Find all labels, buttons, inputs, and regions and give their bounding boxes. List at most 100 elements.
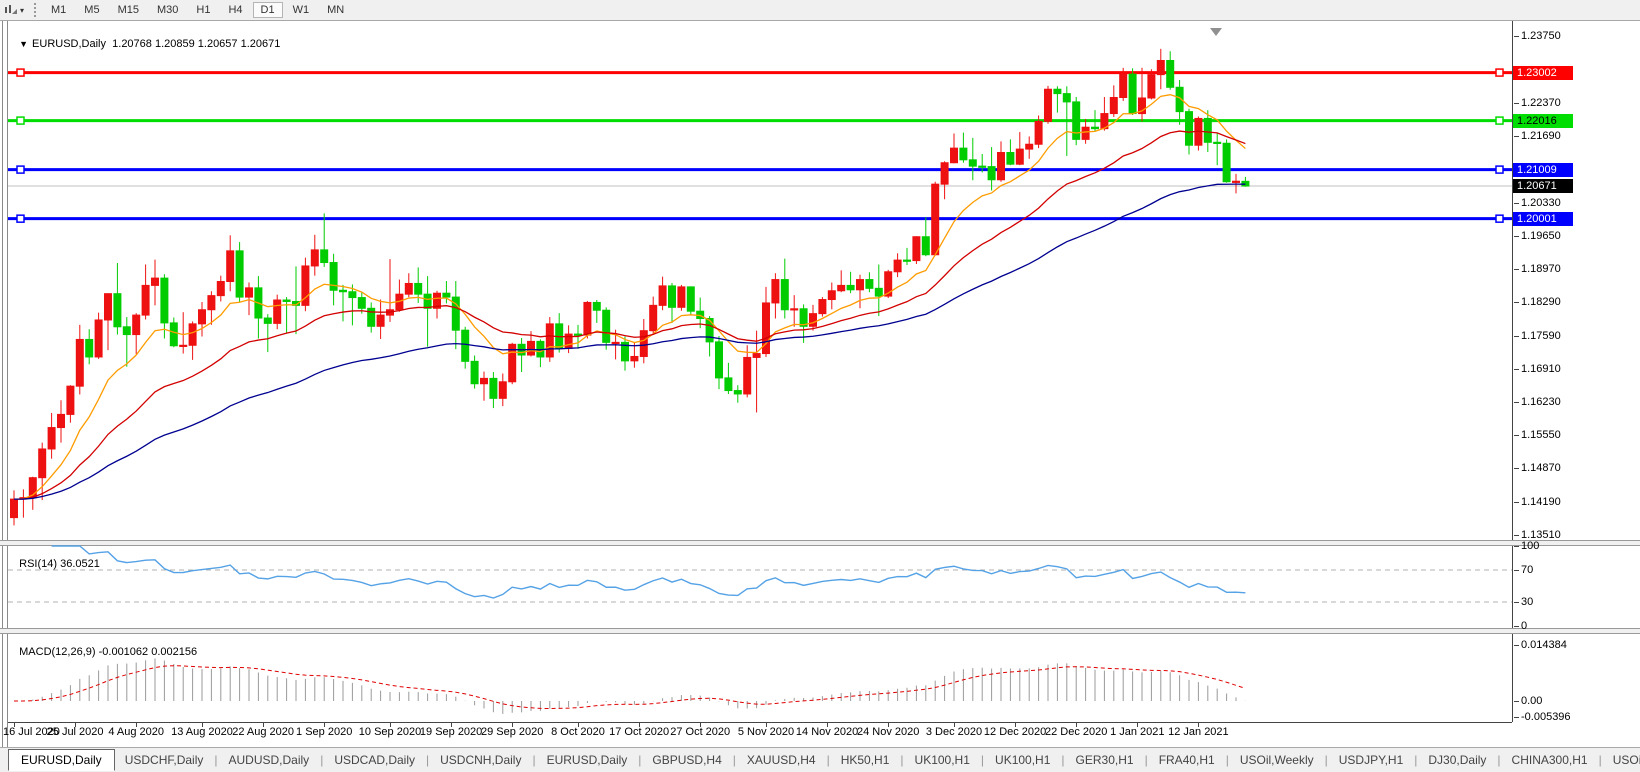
candle-body	[1082, 127, 1089, 139]
chart-tab-eurusd-daily[interactable]: EURUSD,Daily	[537, 750, 638, 770]
candle-body	[772, 280, 779, 303]
macd-label: MACD(12,26,9) -0.001062 0.002156	[13, 634, 197, 658]
candle-body	[58, 414, 65, 427]
hline-right-handle[interactable]	[1496, 215, 1503, 222]
candle-body	[340, 290, 347, 291]
candle-body	[208, 296, 215, 310]
candle-body	[988, 167, 995, 180]
hline-right-handle[interactable]	[1496, 69, 1503, 76]
chart-title: ▼EURUSD,Daily 1.20768 1.20859 1.20657 1.…	[13, 26, 280, 50]
candle-body	[1233, 181, 1240, 182]
candle-body	[603, 310, 610, 342]
chart-tool-caret-icon[interactable]: ▾	[20, 6, 24, 15]
price-axis-tick: 1.16230	[1521, 396, 1561, 408]
chart-tab-fra40-h1[interactable]: FRA40,H1	[1149, 750, 1225, 770]
timeframe-button-m15[interactable]: M15	[110, 2, 147, 18]
candle-body	[687, 287, 694, 311]
chart-collapse-icon[interactable]: ▼	[19, 39, 28, 49]
hline-left-handle[interactable]	[17, 166, 24, 173]
hline-right-handle[interactable]	[1496, 117, 1503, 124]
timeframe-button-mn[interactable]: MN	[319, 2, 352, 18]
price-axis-tick: 1.14870	[1521, 462, 1561, 474]
timeframe-button-w1[interactable]: W1	[285, 2, 318, 18]
chart-tab-eurusd-daily[interactable]: EURUSD,Daily	[8, 749, 115, 771]
tab-separator: |	[733, 753, 736, 767]
candle-body	[1045, 89, 1052, 121]
candle-body	[246, 288, 253, 297]
main-price-chart[interactable]	[8, 24, 1512, 540]
timeframe-button-h1[interactable]: H1	[188, 2, 218, 18]
candle-body	[904, 260, 911, 261]
price-axis-tick: 1.15550	[1521, 429, 1561, 441]
chart-tab-dj30-daily[interactable]: DJ30,Daily	[1418, 750, 1496, 770]
chart-tab-uk100-h1[interactable]: UK100,H1	[985, 750, 1060, 770]
candle-body	[1035, 121, 1042, 144]
price-axis-chip-1.21009: 1.21009	[1513, 163, 1573, 177]
hline-left-handle[interactable]	[17, 117, 24, 124]
candle-body	[951, 148, 958, 163]
candle-body	[753, 354, 760, 358]
chart-tab-usdcnh-daily[interactable]: USDCNH,Daily	[430, 750, 531, 770]
candle-body	[11, 499, 18, 517]
candle-body	[499, 382, 506, 399]
tab-separator: |	[214, 753, 217, 767]
chart-tab-xauusd-h4[interactable]: XAUUSD,H4	[737, 750, 826, 770]
candle-body	[1063, 94, 1070, 102]
candle-body	[1167, 61, 1174, 88]
candle-body	[612, 342, 619, 343]
price-axis-tick: 1.22370	[1521, 97, 1561, 109]
chart-tab-usdchf-daily[interactable]: USDCHF,Daily	[115, 750, 214, 770]
candle-body	[584, 302, 591, 335]
price-axis-chip-1.22016: 1.22016	[1513, 114, 1573, 128]
chart-tab-uk100-h1[interactable]: UK100,H1	[905, 750, 980, 770]
hline-left-handle[interactable]	[17, 69, 24, 76]
horizontal-line-1.20001[interactable]	[8, 215, 1512, 222]
chart-tab-ger30-h1[interactable]: GER30,H1	[1066, 750, 1144, 770]
hline-right-handle[interactable]	[1496, 166, 1503, 173]
macd-axis-tick: -0.005396	[1521, 711, 1571, 723]
rsi-panel[interactable]	[8, 544, 1512, 628]
chart-tab-usoil-weekly[interactable]: USOil,Weekly	[1230, 750, 1324, 770]
chart-tab-usdjpy-h1[interactable]: USDJPY,H1	[1329, 750, 1413, 770]
top-toolbar: ▾ M1M5M15M30H1H4D1W1MN	[0, 0, 1640, 21]
candle-body	[875, 288, 882, 296]
candle-body	[659, 286, 666, 305]
timeframe-button-m30[interactable]: M30	[149, 2, 186, 18]
tab-separator: |	[981, 753, 984, 767]
chart-tab-hk50-h1[interactable]: HK50,H1	[831, 750, 900, 770]
chart-tab-gbpusd-h4[interactable]: GBPUSD,H4	[642, 750, 731, 770]
candle-body	[969, 160, 976, 166]
price-axis-tick: 1.23750	[1521, 30, 1561, 42]
candle-body	[349, 292, 356, 298]
candle-body	[894, 260, 901, 272]
date-axis-label: 12 Jan 2021	[1168, 726, 1229, 738]
candle-body	[640, 331, 647, 357]
chart-cursor-icon[interactable]: ▾	[4, 4, 24, 16]
timeframe-button-d1[interactable]: D1	[253, 2, 283, 18]
tab-separator: |	[426, 753, 429, 767]
chart-tab-usdcad-daily[interactable]: USDCAD,Daily	[324, 750, 425, 770]
chart-tab-audusd-daily[interactable]: AUDUSD,Daily	[219, 750, 320, 770]
tab-separator: |	[1145, 753, 1148, 767]
chart-ohlc-values: 1.20768 1.20859 1.20657 1.20671	[112, 38, 280, 50]
price-axis-tick: 1.18970	[1521, 263, 1561, 275]
candle-body	[913, 237, 920, 261]
rsi-axis-tick: 100	[1521, 540, 1539, 552]
horizontal-line-1.21009[interactable]	[8, 166, 1512, 173]
chart-tab-china300-h1[interactable]: CHINA300,H1	[1502, 750, 1598, 770]
candle-body	[161, 278, 168, 323]
chart-tab-usoil-[interactable]: USOil,	[1603, 750, 1640, 770]
timeframe-button-m1[interactable]: M1	[43, 2, 74, 18]
horizontal-line-1.22016[interactable]	[8, 117, 1512, 124]
horizontal-line-1.23002[interactable]	[8, 69, 1512, 76]
timeframe-button-h4[interactable]: H4	[220, 2, 250, 18]
timeframe-button-m5[interactable]: M5	[76, 2, 107, 18]
candle-body	[669, 286, 676, 307]
candle-body	[274, 300, 281, 323]
macd-panel[interactable]	[8, 632, 1512, 722]
hline-left-handle[interactable]	[17, 215, 24, 222]
price-axis-tick: 1.19650	[1521, 230, 1561, 242]
candle-body	[311, 250, 318, 266]
toolbar-grip[interactable]	[34, 3, 36, 17]
price-axis-tick: 1.17590	[1521, 330, 1561, 342]
